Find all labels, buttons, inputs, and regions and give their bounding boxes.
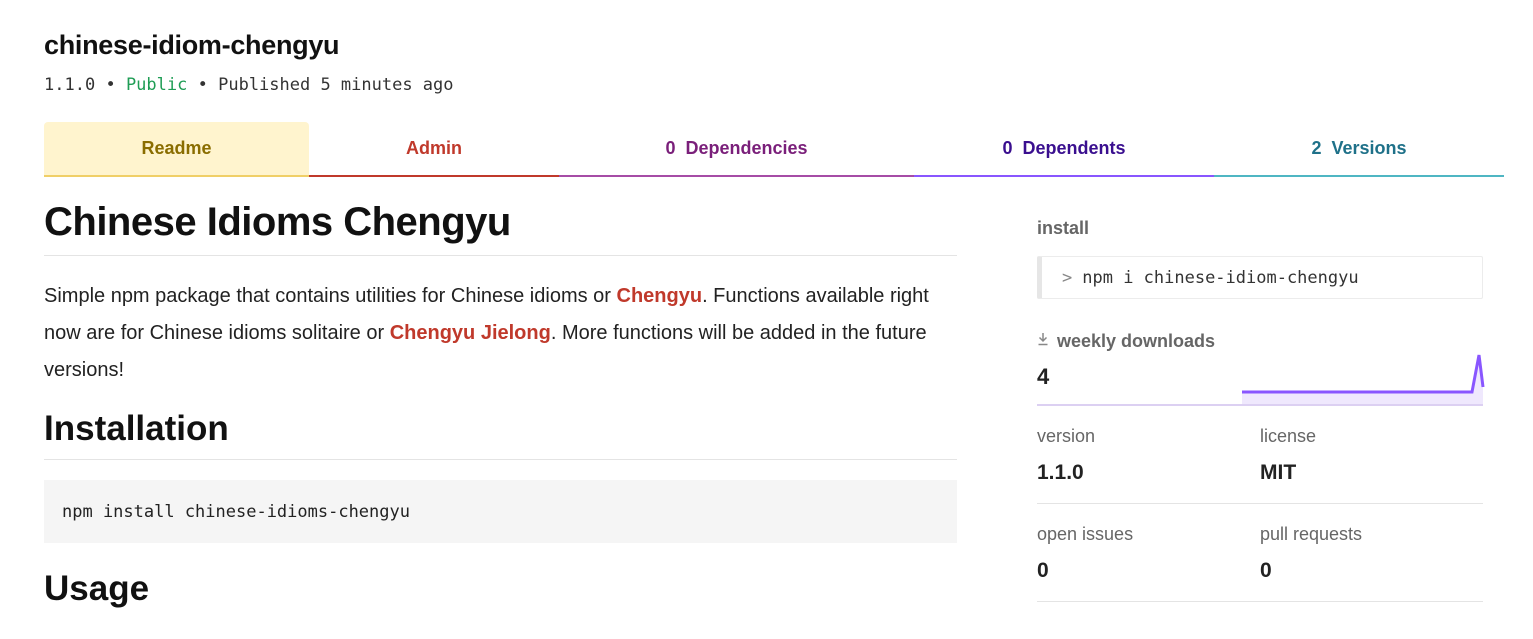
intro-text: Simple npm package that contains utiliti… (44, 285, 617, 307)
downloads-sparkline (1242, 354, 1485, 404)
license-label: license (1260, 426, 1317, 446)
license-value: MIT (1260, 461, 1297, 484)
tab-dependencies[interactable]: 0 Dependencies (559, 122, 914, 177)
meta-separator: • (105, 75, 116, 95)
install-code-block: npm install chinese-idioms-chengyu (44, 480, 957, 543)
license-cell: license MIT (1260, 426, 1483, 485)
tab-readme[interactable]: Readme (44, 122, 309, 177)
weekly-downloads-header: weekly downloads (1037, 331, 1483, 352)
install-label: install (1037, 218, 1090, 238)
package-tabs: Readme Admin 0 Dependencies 0 Dependents… (44, 122, 1504, 177)
tab-admin-label: Admin (406, 138, 462, 158)
dependents-count: 0 (1002, 138, 1013, 158)
package-version: 1.1.0 (44, 75, 96, 95)
package-meta: 1.1.0 • Public • Published 5 minutes ago (44, 75, 454, 95)
tab-versions[interactable]: 2 Versions (1214, 122, 1504, 177)
install-command: npm i chinese-idiom-chengyu (1082, 267, 1359, 288)
usage-heading: Usage (44, 569, 150, 608)
readme-title: Chinese Idioms Chengyu (44, 200, 957, 256)
visibility-badge: Public (125, 75, 188, 95)
readme-content: Chinese Idioms Chengyu Simple npm packag… (44, 200, 957, 619)
tab-dependents-label: Dependents (1022, 138, 1126, 158)
version-value: 1.1.0 (1037, 461, 1084, 484)
weekly-downloads-row: 4 (1037, 352, 1485, 406)
version-license-row: version 1.1.0 license MIT (1037, 406, 1483, 504)
weekly-downloads-label: weekly downloads (1057, 331, 1216, 351)
prs-cell[interactable]: pull requests 0 (1260, 524, 1483, 583)
published-time: Published 5 minutes ago (218, 75, 454, 95)
package-sidebar: install > npm i chinese-idiom-chengyu we… (1037, 218, 1485, 602)
install-command-box[interactable]: > npm i chinese-idiom-chengyu (1037, 256, 1483, 299)
meta-separator: • (197, 75, 208, 95)
weekly-downloads-count: 4 (1037, 364, 1050, 389)
tab-versions-label: Versions (1331, 138, 1407, 158)
open-issues-label: open issues (1037, 524, 1134, 544)
chevron-right-icon: > (1062, 267, 1073, 288)
version-cell: version 1.1.0 (1037, 426, 1260, 485)
package-name: chinese-idiom-chengyu (44, 30, 340, 60)
installation-heading: Installation (44, 409, 957, 460)
open-issues-value: 0 (1037, 559, 1049, 582)
tab-dependencies-label: Dependencies (685, 138, 808, 158)
tab-readme-label: Readme (141, 138, 212, 158)
version-label: version (1037, 426, 1096, 446)
dependencies-count: 0 (665, 138, 676, 158)
issues-prs-row: open issues 0 pull requests 0 (1037, 504, 1483, 602)
readme-intro: Simple npm package that contains utiliti… (44, 278, 957, 389)
pull-requests-value: 0 (1260, 559, 1272, 582)
tab-dependents[interactable]: 0 Dependents (914, 122, 1214, 177)
package-header: chinese-idiom-chengyu 1.1.0 • Public • P… (44, 30, 454, 95)
chengyu-link[interactable]: Chengyu (617, 285, 703, 307)
download-icon (1037, 332, 1049, 351)
tab-admin[interactable]: Admin (309, 122, 559, 177)
chengyu-jielong-link[interactable]: Chengyu Jielong (390, 322, 551, 344)
versions-count: 2 (1311, 138, 1322, 158)
pull-requests-label: pull requests (1260, 524, 1363, 544)
issues-cell[interactable]: open issues 0 (1037, 524, 1260, 583)
